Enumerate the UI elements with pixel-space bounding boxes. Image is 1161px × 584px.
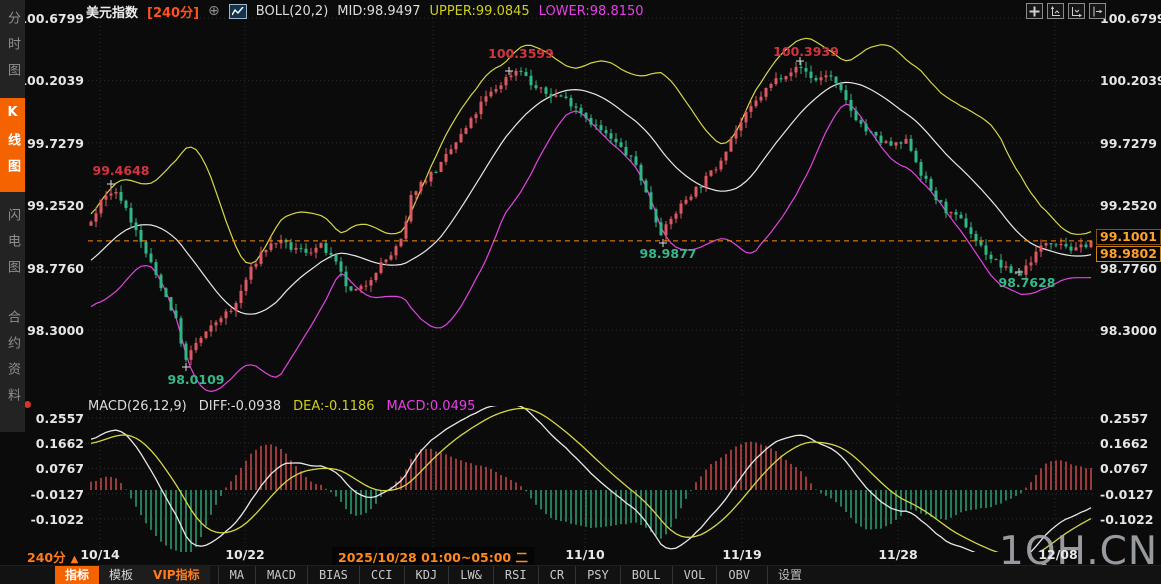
indicator-button-cci[interactable]: CCI	[359, 566, 404, 584]
bottom-toolbar: 指标 模板 VIP指标 MAMACDBIASCCIKDJLW&RSICRPSYB…	[0, 565, 1161, 584]
symbol-name: 美元指数	[86, 2, 138, 21]
y-axis-scale-icon[interactable]	[1047, 3, 1064, 19]
kline-chart-canvas	[0, 0, 1161, 584]
high-price-annotation: 100.3939	[773, 44, 839, 59]
low-price-annotation: 98.7628	[999, 275, 1056, 290]
pan-right-icon[interactable]	[1089, 3, 1106, 19]
indicator-button-kdj[interactable]: KDJ	[404, 566, 449, 584]
low-price-annotation: 98.9877	[640, 246, 697, 261]
indicator-button-rsi[interactable]: RSI	[493, 566, 538, 584]
date-tick-label: 10/22	[225, 547, 264, 562]
sidebar-tab-contract-info[interactable]: 合约资料	[0, 303, 25, 421]
date-tick-label: 11/28	[878, 547, 917, 562]
tab-indicators[interactable]: 指标	[55, 566, 99, 584]
indicator-buttons: MAMACDBIASCCIKDJLW&RSICRPSYBOLLVOLOBV	[218, 566, 761, 584]
macd-diff-value: DIFF:-0.0938	[199, 399, 281, 414]
period-selector[interactable]: 240分 ▲	[27, 547, 78, 566]
ref-price-badge: 99.1001	[1096, 229, 1161, 245]
indicator-button-boll[interactable]: BOLL	[620, 566, 672, 584]
indicator-chart-icon[interactable]	[229, 4, 247, 19]
macd-macd-value: MACD:0.0495	[387, 399, 476, 414]
macd-axis-label: 0.0767	[1100, 461, 1148, 476]
macd-panel-marker-icon[interactable]	[24, 401, 31, 408]
x-axis-scale-icon[interactable]	[1068, 3, 1085, 19]
triangle-up-icon: ▲	[71, 554, 79, 565]
high-price-annotation: 99.4648	[93, 163, 150, 178]
macd-axis-label: -0.1022	[31, 512, 84, 527]
indicator-button-vol[interactable]: VOL	[672, 566, 717, 584]
boll-label: BOLL(20,2)	[256, 4, 329, 19]
time-axis: 240分 ▲ 10/14 10/22 2025/10/28 01:00~05:00 二…	[0, 545, 1161, 565]
boll-upper-value: UPPER:99.0845	[429, 4, 529, 19]
indicator-button-cr[interactable]: CR	[538, 566, 575, 584]
indicator-button-obv[interactable]: OBV	[716, 566, 761, 584]
tab-vip-indicators[interactable]: VIP指标	[143, 566, 210, 584]
indicator-button-lw[interactable]: LW&	[448, 566, 493, 584]
boll-mid-value: MID:98.9497	[337, 4, 420, 19]
macd-axis-label: 0.2557	[36, 411, 84, 426]
macd-dea-value: DEA:-0.1186	[293, 399, 374, 414]
last-price-badge: 98.9802	[1096, 246, 1161, 262]
macd-axis-label: -0.1022	[1100, 512, 1153, 527]
chart-header: 美元指数 [240分] ⊕ BOLL(20,2) MID:98.9497 UPP…	[86, 2, 644, 20]
macd-axis-right: 0.2557 0.1662 0.0767 -0.0127 -0.1022	[1100, 0, 1161, 584]
sidebar-tab-kline-chart[interactable]: K线图	[0, 98, 25, 192]
crosshair-tool-icon[interactable]	[1026, 3, 1043, 19]
link-circle-plus-icon[interactable]: ⊕	[208, 3, 220, 19]
date-tick-label: 11/10	[565, 547, 604, 562]
date-tick-label: 12/08	[1038, 547, 1077, 562]
macd-header: MACD(26,12,9) DIFF:-0.0938 DEA:-0.1186 M…	[88, 399, 475, 414]
macd-axis-label: -0.0127	[31, 487, 84, 502]
sidebar: 分时图 K线图 闪电图 合约资料	[0, 0, 25, 432]
date-tick-label: 11/19	[722, 547, 761, 562]
sidebar-tab-flash-chart[interactable]: 闪电图	[0, 201, 25, 293]
high-price-annotation: 100.3599	[488, 46, 554, 61]
boll-lower-value: LOWER:98.8150	[539, 4, 644, 19]
macd-axis-label: 0.0767	[36, 461, 84, 476]
trading-terminal: 美元指数 [240分] ⊕ BOLL(20,2) MID:98.9497 UPP…	[0, 0, 1161, 584]
tab-templates[interactable]: 模板	[99, 566, 143, 584]
period-badge[interactable]: [240分]	[147, 2, 199, 21]
macd-axis-label: 0.1662	[1100, 436, 1148, 451]
sidebar-tab-time-chart[interactable]: 分时图	[0, 4, 25, 96]
settings-button[interactable]: 设置	[767, 566, 812, 584]
macd-label[interactable]: MACD(26,12,9)	[88, 399, 187, 414]
indicator-button-macd[interactable]: MACD	[255, 566, 307, 584]
indicator-button-ma[interactable]: MA	[218, 566, 255, 584]
selected-bar-datetime: 2025/10/28 01:00~05:00 二	[332, 547, 534, 566]
date-tick-label: 10/14	[80, 547, 119, 562]
period-label: 240分	[27, 550, 66, 565]
macd-axis-label: 0.1662	[36, 436, 84, 451]
macd-axis-label: -0.0127	[1100, 487, 1153, 502]
low-price-annotation: 98.0109	[168, 372, 225, 387]
chart-toolbar-icons	[1026, 3, 1106, 19]
indicator-button-bias[interactable]: BIAS	[307, 566, 359, 584]
indicator-button-psy[interactable]: PSY	[575, 566, 620, 584]
macd-axis-left: 0.2557 0.1662 0.0767 -0.0127 -0.1022	[24, 0, 86, 584]
macd-axis-label: 0.2557	[1100, 411, 1148, 426]
